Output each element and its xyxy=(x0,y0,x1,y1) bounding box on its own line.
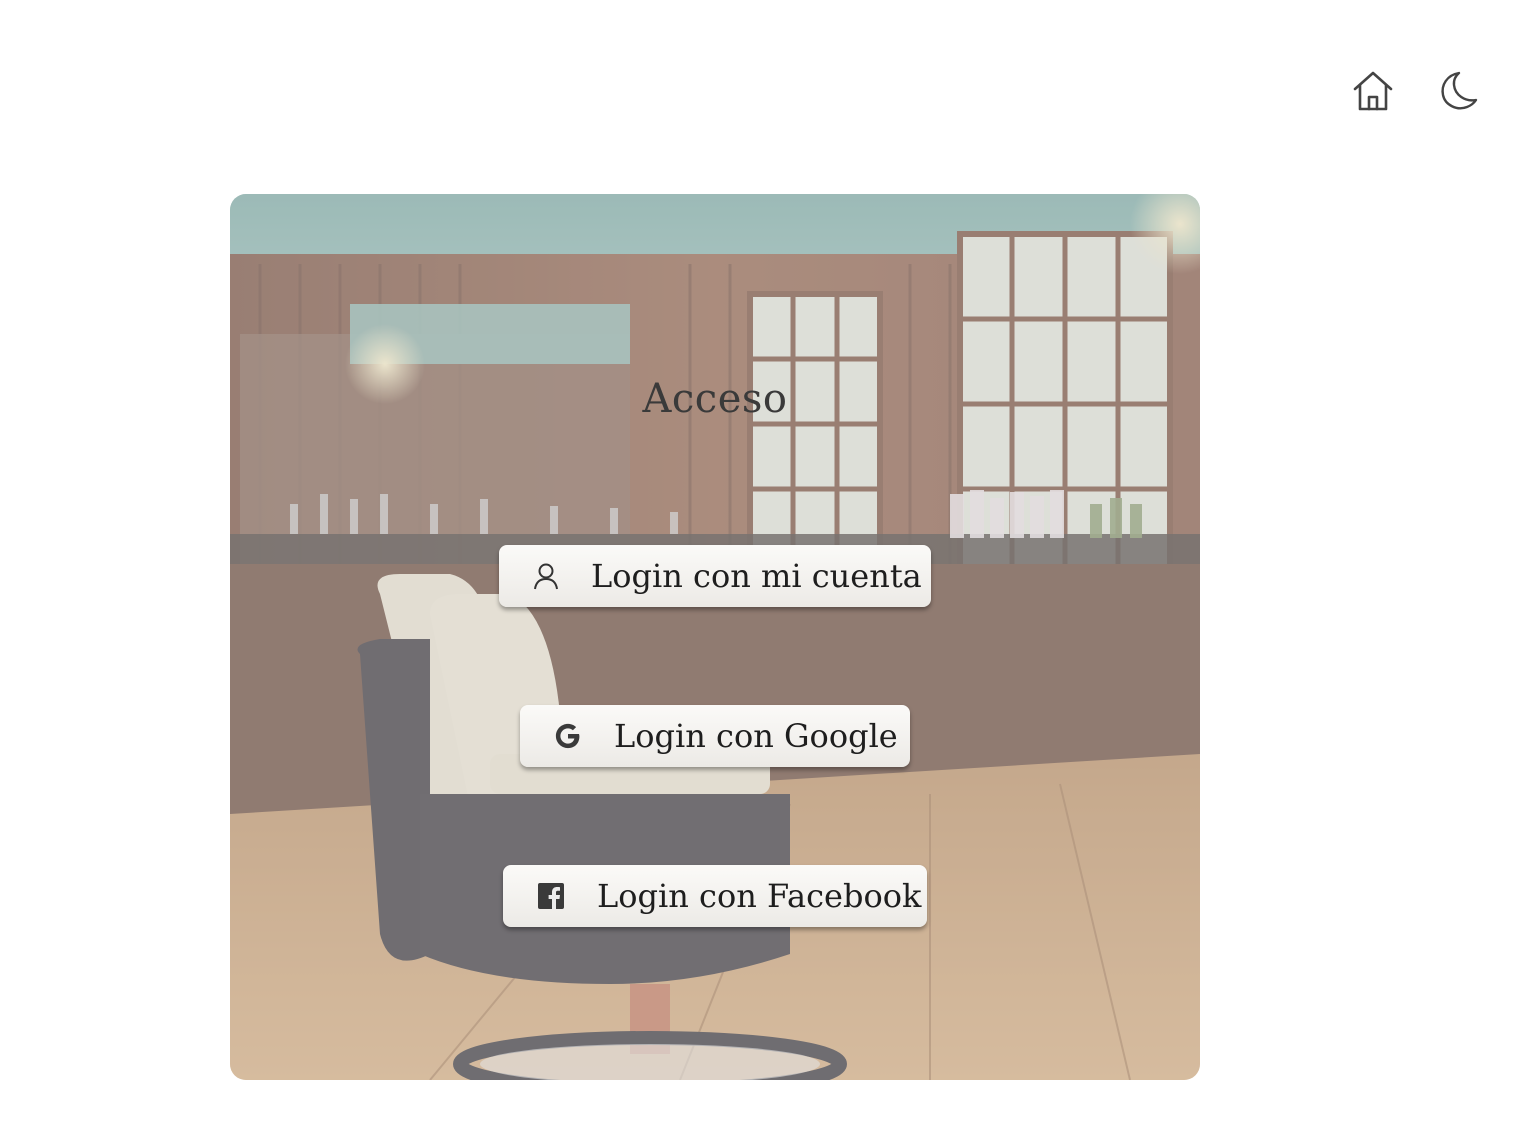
card-overlay xyxy=(230,194,1200,1080)
home-icon xyxy=(1353,71,1393,111)
moon-icon xyxy=(1441,71,1478,110)
home-button[interactable] xyxy=(1350,68,1396,114)
login-google-label: Login con Google xyxy=(614,717,898,755)
google-icon xyxy=(554,721,582,751)
dark-mode-button[interactable] xyxy=(1434,68,1480,114)
login-account-button[interactable]: Login con mi cuenta xyxy=(499,545,931,607)
top-toolbar xyxy=(1350,68,1480,114)
login-card: Acceso Login con mi cuenta Login con Goo… xyxy=(230,194,1200,1080)
login-account-label: Login con mi cuenta xyxy=(591,557,922,595)
facebook-icon xyxy=(537,881,565,911)
login-facebook-button[interactable]: Login con Facebook xyxy=(503,865,927,927)
login-google-button[interactable]: Login con Google xyxy=(520,705,910,767)
page-title: Acceso xyxy=(642,376,788,422)
login-facebook-label: Login con Facebook xyxy=(597,877,922,915)
login-page: Acceso Login con mi cuenta Login con Goo… xyxy=(0,0,1538,1122)
user-icon xyxy=(533,561,559,591)
